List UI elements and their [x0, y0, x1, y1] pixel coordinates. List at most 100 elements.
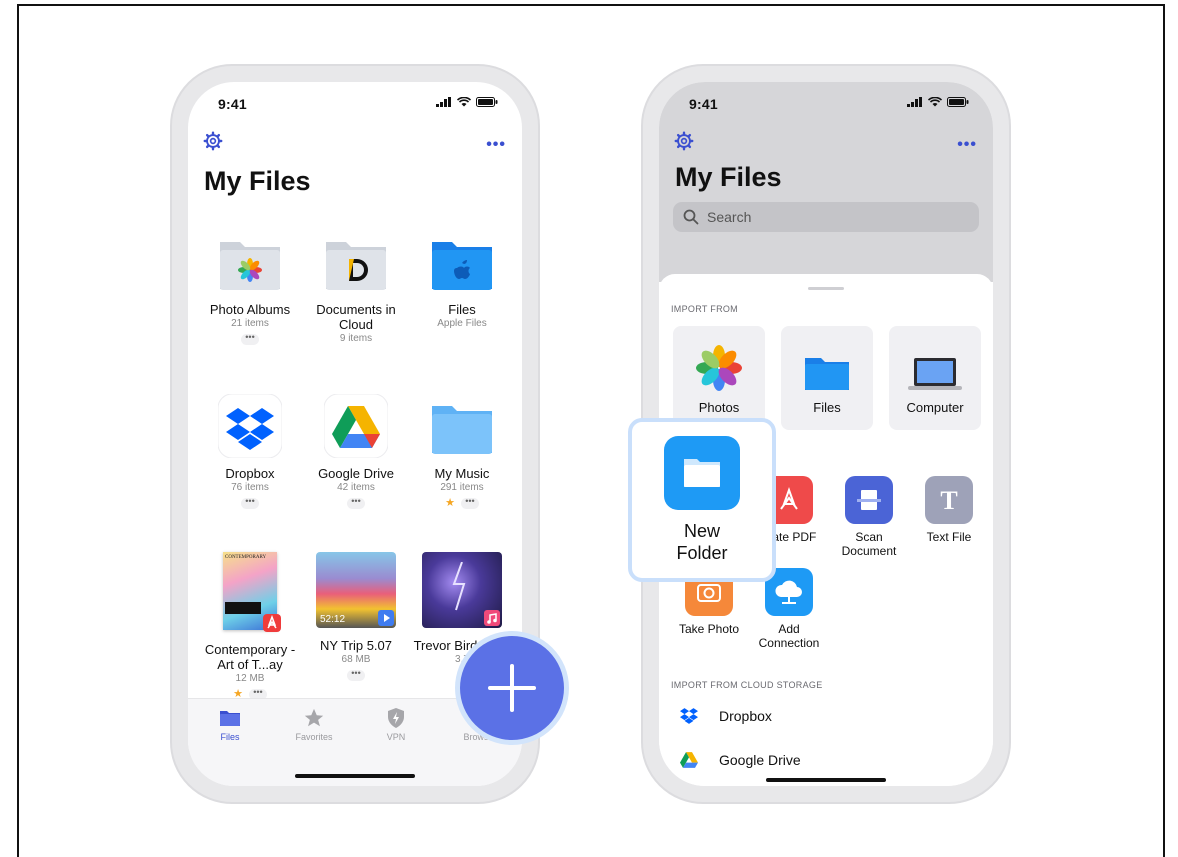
cloud-google-drive-row[interactable]: Google Drive: [659, 742, 993, 778]
tab-label: Favorites: [295, 732, 333, 742]
item-sub: Apple Files: [437, 318, 487, 329]
grid-item-my-music[interactable]: My Music 291 items ★ •••: [408, 394, 516, 509]
tab-files[interactable]: Files: [190, 707, 270, 742]
item-name: Contemporary - Art of T...ay: [204, 642, 296, 672]
status-bar: 9:41: [188, 82, 522, 126]
search-placeholder: Search: [707, 209, 752, 225]
files-folder-icon: [805, 358, 849, 390]
dropbox-icon: [217, 393, 283, 459]
cloud-dropbox-row[interactable]: Dropbox: [659, 698, 993, 734]
battery-icon: [476, 97, 498, 107]
grid-item-files[interactable]: Files Apple Files: [408, 230, 516, 329]
video-play-icon: [378, 610, 394, 626]
google-drive-icon: [323, 393, 389, 459]
home-indicator: [766, 778, 886, 782]
item-sub: 76 items: [231, 482, 269, 493]
search-icon: [683, 209, 699, 225]
pdf-badge-icon: [263, 614, 281, 632]
lightning-art: [452, 562, 466, 611]
shield-icon: [388, 708, 404, 728]
settings-gear-icon[interactable]: [202, 130, 224, 152]
item-sub: 12 MB: [235, 673, 265, 684]
tab-label: Files: [220, 732, 240, 742]
import-tile-label: Computer: [906, 400, 964, 415]
text-file-icon: T: [925, 476, 973, 524]
item-more-icon[interactable]: •••: [347, 497, 365, 509]
google-drive-icon: [680, 752, 698, 768]
pdf-cover-text: CONTEMPORARY: [225, 555, 267, 560]
wifi-icon: [457, 97, 471, 107]
svg-text:T: T: [940, 486, 957, 515]
grid-item-dropbox[interactable]: Dropbox 76 items •••: [196, 393, 304, 509]
audio-thumbnail: [422, 552, 502, 628]
documents-folder-icon: [324, 230, 388, 294]
item-name: Photo Albums: [209, 302, 291, 317]
item-sub: 291 items: [440, 482, 484, 493]
import-files-tile[interactable]: Files: [781, 326, 873, 430]
pdf-cover-label-block: [225, 602, 261, 614]
pdf-thumbnail: CONTEMPORARY: [219, 552, 281, 632]
music-folder-icon: [430, 394, 494, 458]
search-field[interactable]: Search: [673, 202, 979, 232]
video-duration: 52:12: [320, 614, 346, 625]
tab-favorites[interactable]: Favorites: [274, 707, 354, 742]
item-name: Documents in Cloud: [316, 302, 396, 332]
item-sub: 68 MB: [341, 654, 371, 665]
music-note-icon: [484, 610, 500, 626]
import-computer-tile[interactable]: Computer: [889, 326, 981, 430]
item-name: Dropbox: [225, 466, 275, 481]
item-more-icon[interactable]: •••: [460, 497, 479, 509]
favorite-star-icon: ★: [445, 497, 455, 509]
item-name: NY Trip 5.07: [319, 638, 393, 653]
new-folder-card[interactable]: New Folder: [628, 418, 776, 582]
status-time: 9:41: [218, 96, 247, 112]
action-label: Text File: [926, 530, 972, 544]
new-folder-label-line2: Folder: [676, 543, 728, 563]
more-options-icon[interactable]: •••: [957, 136, 977, 154]
grid-item-ny-trip[interactable]: 52:12 NY Trip 5.07 68 MB •••: [302, 552, 410, 681]
files-tab-icon: [220, 711, 240, 726]
dropbox-icon: [680, 708, 698, 724]
item-sub: 9 items: [339, 333, 373, 344]
grid-item-documents-in-cloud[interactable]: Documents in Cloud 9 items: [302, 230, 410, 344]
page-title: My Files: [204, 166, 311, 196]
item-name: My Music: [434, 466, 490, 481]
cloud-storage-header: IMPORT FROM CLOUD STORAGE: [671, 680, 823, 690]
import-tile-label: Photos: [698, 400, 740, 415]
settings-gear-icon[interactable]: [673, 130, 695, 152]
video-thumbnail: 52:12: [316, 552, 396, 628]
add-button[interactable]: [455, 631, 569, 745]
action-label: Add Connection: [758, 622, 820, 650]
status-icons: [907, 97, 969, 107]
item-sub: 21 items: [231, 318, 269, 329]
star-icon: [304, 708, 324, 727]
item-sub: 42 items: [337, 482, 375, 493]
photo-albums-folder-icon: [218, 230, 282, 294]
grid-item-photo-albums[interactable]: Photo Albums 21 items •••: [196, 230, 304, 345]
sheet-grabber[interactable]: [808, 287, 844, 290]
plus-icon: [488, 664, 536, 712]
item-more-icon[interactable]: •••: [241, 497, 259, 509]
item-name: Google Drive: [318, 466, 394, 481]
tab-vpn[interactable]: VPN: [356, 707, 436, 742]
grid-item-google-drive[interactable]: Google Drive 42 items •••: [302, 393, 410, 509]
item-more-icon[interactable]: •••: [241, 333, 259, 345]
signal-icon: [907, 97, 922, 107]
import-photos-tile[interactable]: Photos: [673, 326, 765, 430]
text-file-action[interactable]: T Text File: [909, 476, 989, 544]
page-title: My Files: [675, 162, 782, 192]
new-folder-icon: [664, 436, 740, 510]
grid-item-contemporary-pdf[interactable]: CONTEMPORARY Contemporary - Art of T...a…: [196, 552, 304, 700]
action-label: Scan Document: [841, 530, 897, 558]
scan-document-action[interactable]: Scan Document: [829, 476, 909, 558]
laptop-icon: [908, 358, 962, 390]
photos-icon: [696, 345, 742, 391]
wifi-icon: [928, 97, 942, 107]
import-from-header: IMPORT FROM: [671, 304, 738, 314]
action-label: Take Photo: [678, 622, 740, 636]
files-folder-icon: [430, 230, 494, 294]
more-options-icon[interactable]: •••: [486, 136, 506, 154]
status-icons: [436, 97, 498, 107]
home-indicator: [295, 774, 415, 778]
item-more-icon[interactable]: •••: [347, 669, 365, 681]
